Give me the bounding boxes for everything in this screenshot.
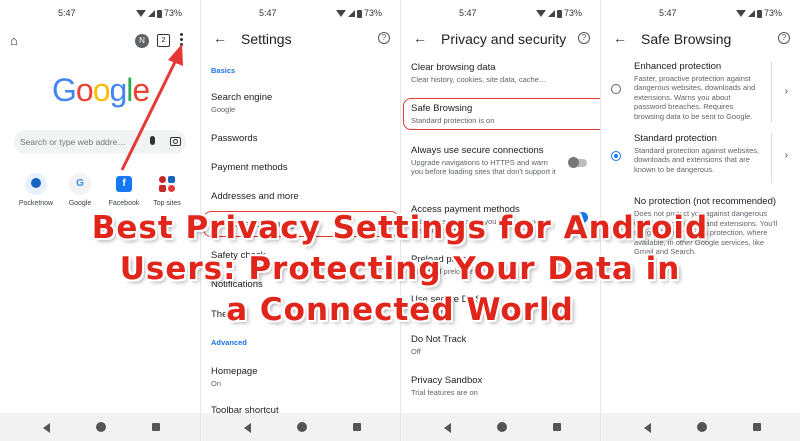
app-header: ← Privacy and security ? [401, 28, 600, 52]
status-time: 5:47 [259, 8, 277, 18]
battery-icon [756, 9, 762, 18]
payment-methods-toggle[interactable] [569, 212, 588, 223]
settings-screen: 5:47 73% ← Settings ? Basics Search engi… [200, 0, 400, 441]
battery-level: 73% [363, 8, 382, 18]
privacy-item-clear-browsing-data[interactable]: Clear browsing data Clear history, cookie… [411, 62, 590, 84]
home-nav-icon[interactable] [96, 422, 106, 432]
status-bar: 5:47 73% [601, 8, 800, 22]
back-arrow-icon[interactable]: ← [213, 30, 227, 46]
signal-icon [747, 10, 755, 18]
recents-nav-icon[interactable] [152, 423, 160, 431]
back-nav-icon[interactable] [444, 423, 451, 433]
back-nav-icon[interactable] [644, 423, 651, 433]
secure-connections-toggle[interactable] [568, 157, 587, 168]
recents-nav-icon[interactable] [353, 423, 361, 431]
settings-item-safety-check[interactable]: Safety check [211, 250, 390, 261]
divider [771, 62, 772, 122]
recents-nav-icon[interactable] [553, 423, 561, 431]
section-advanced: Advanced [211, 338, 247, 347]
android-nav-bar [601, 413, 800, 441]
settings-item-theme[interactable]: Theme [211, 309, 390, 320]
status-time: 5:47 [459, 8, 477, 18]
status-icons: 73% [335, 8, 382, 18]
battery-icon [356, 9, 362, 18]
divider [771, 133, 772, 183]
section-basics: Basics [211, 66, 236, 75]
back-nav-icon[interactable] [43, 423, 50, 433]
status-icons: 73% [535, 8, 582, 18]
status-bar: 5:47 73% [201, 8, 400, 22]
home-nav-icon[interactable] [297, 422, 307, 432]
arrow-shaft [120, 59, 178, 171]
radio-standard-protection[interactable] [611, 151, 621, 161]
wifi-icon [335, 10, 346, 18]
option-enhanced-protection[interactable]: Enhanced protection Faster, proactive pro… [634, 61, 764, 121]
android-nav-bar [201, 413, 400, 441]
option-standard-protection[interactable]: Standard protection Standard protection a… [634, 133, 764, 174]
battery-level: 73% [563, 8, 582, 18]
page-title: Settings [241, 31, 292, 47]
privacy-item-privacy-sandbox[interactable]: Privacy Sandbox Trial features are on [411, 375, 590, 397]
chevron-right-icon[interactable]: › [785, 86, 788, 97]
status-bar: 5:47 73% [401, 8, 600, 22]
back-arrow-icon[interactable]: ← [613, 30, 627, 46]
arrow-head [168, 44, 183, 66]
wifi-icon [735, 10, 746, 18]
page-title: Privacy and security [441, 31, 567, 47]
home-nav-icon[interactable] [497, 422, 507, 432]
settings-item-homepage[interactable]: Homepage On [211, 366, 390, 388]
android-nav-bar [0, 413, 200, 441]
status-time: 5:47 [659, 8, 677, 18]
privacy-item-secure-connections[interactable]: Always use secure connections Upgrade nav… [411, 145, 560, 177]
privacy-item-secure-dns[interactable]: Use secure DNS Automatic [411, 294, 590, 316]
settings-item-privacy-and-security[interactable]: Privacy and security [211, 219, 390, 230]
back-arrow-icon[interactable]: ← [413, 30, 427, 46]
android-nav-bar [401, 413, 600, 441]
privacy-item-do-not-track[interactable]: Do Not Track Off [411, 334, 590, 356]
privacy-item-preload-pages[interactable]: Preload pages Standard preloading [411, 254, 590, 276]
help-icon[interactable]: ? [578, 32, 590, 44]
pointer-arrow [120, 44, 183, 171]
settings-item-passwords[interactable]: Passwords [211, 133, 390, 144]
help-icon[interactable]: ? [778, 32, 790, 44]
app-header: ← Settings ? [201, 28, 400, 52]
option-no-protection[interactable]: No protection (not recommended) Does not … [634, 196, 780, 256]
recents-nav-icon[interactable] [753, 423, 761, 431]
safe-browsing-screen: 5:47 73% ← Safe Browsing ? Enhanced prot… [600, 0, 800, 441]
app-header: ← Safe Browsing ? [601, 28, 800, 52]
battery-icon [556, 9, 562, 18]
back-nav-icon[interactable] [244, 423, 251, 433]
privacy-item-safe-browsing[interactable]: Safe Browsing Standard protection is on [411, 103, 590, 125]
settings-item-notifications[interactable]: Notifications [211, 279, 390, 290]
wifi-icon [535, 10, 546, 18]
help-icon[interactable]: ? [378, 32, 390, 44]
settings-item-payment-methods[interactable]: Payment methods [211, 162, 390, 173]
privacy-item-access-payment-methods[interactable]: Access payment methods Allow sites to che… [411, 204, 560, 236]
radio-enhanced-protection[interactable] [611, 84, 621, 94]
chevron-right-icon[interactable]: › [785, 150, 788, 161]
status-icons: 73% [735, 8, 782, 18]
chrome-home-screen: 5:47 73% ⌂ N 2 Google Pocketnow G Google… [0, 0, 200, 441]
page-title: Safe Browsing [641, 31, 732, 47]
privacy-and-security-screen: 5:47 73% ← Privacy and security ? Clear … [400, 0, 600, 441]
signal-icon [547, 10, 555, 18]
settings-item-search-engine[interactable]: Search engine Google [211, 92, 390, 114]
settings-item-addresses[interactable]: Addresses and more [211, 191, 390, 202]
battery-level: 73% [763, 8, 782, 18]
home-nav-icon[interactable] [697, 422, 707, 432]
signal-icon [347, 10, 355, 18]
